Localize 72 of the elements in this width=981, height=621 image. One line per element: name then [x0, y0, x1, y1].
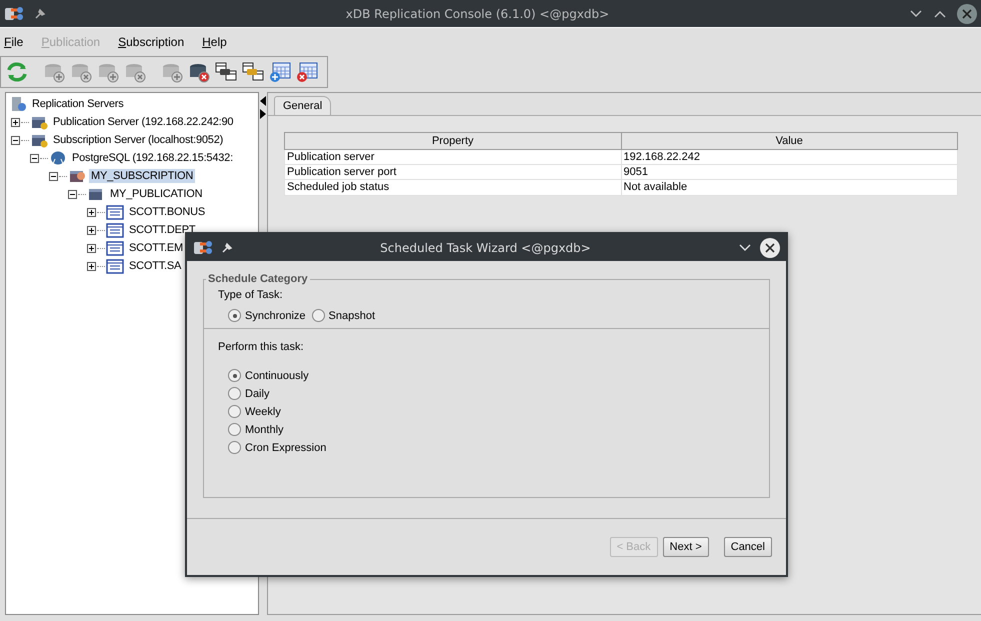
tree-item[interactable]: SCOTT.DEPT [127, 223, 198, 237]
tab[interactable]: General [274, 96, 332, 115]
tree-item[interactable]: MY_SUBSCRIPTION [89, 169, 196, 183]
database-delete-icon[interactable] [123, 61, 147, 83]
tree-item[interactable]: SCOTT.EM [127, 241, 186, 255]
calendar-remove-icon[interactable] [295, 61, 319, 83]
tree-item[interactable]: SCOTT.SA [127, 259, 184, 273]
database-icon [30, 132, 48, 148]
table-cell: Publication server [284, 150, 621, 164]
radio-button[interactable]: Daily [228, 387, 270, 400]
dialog-button[interactable]: Cancel [724, 537, 772, 557]
close-icon[interactable] [760, 238, 780, 258]
column-header[interactable]: Property [284, 132, 621, 150]
database-icon [30, 114, 48, 130]
tree-item[interactable]: Replication Servers [30, 97, 126, 111]
radio-button[interactable]: Cron Expression [228, 441, 326, 454]
dialog-button[interactable]: Next > [662, 537, 709, 557]
table-icon [106, 222, 124, 238]
menu-item[interactable]: Help [202, 35, 227, 49]
calendar-add-icon[interactable] [268, 61, 292, 83]
table-icon [106, 204, 124, 220]
grid-link-icon[interactable] [241, 61, 265, 83]
radio-button[interactable]: Synchronize [228, 309, 306, 322]
tree-item[interactable]: PostgreSQL (192.168.22.15:5432: [70, 151, 235, 165]
expand-icon[interactable] [87, 262, 96, 270]
collapse-icon[interactable] [30, 154, 39, 162]
close-icon[interactable] [957, 4, 977, 24]
collapse-icon[interactable] [11, 136, 20, 144]
minimize-icon[interactable] [909, 8, 923, 18]
server-icon [9, 96, 27, 112]
radio-button[interactable]: Continuously [228, 369, 309, 382]
pin-icon[interactable] [34, 8, 46, 20]
field-label: Type of Task: [217, 288, 284, 301]
database-icon [87, 186, 105, 202]
collapse-icon[interactable] [49, 172, 58, 180]
radio-button[interactable]: Monthly [228, 423, 284, 436]
table-cell: Publication server port [284, 164, 621, 180]
radio-button[interactable]: Weekly [228, 405, 281, 418]
dialog-title: Scheduled Task Wizard <@pgxdb> [379, 240, 592, 254]
expand-icon[interactable] [87, 244, 96, 252]
menu-item[interactable]: Subscription [118, 35, 184, 49]
expand-icon[interactable] [11, 118, 20, 126]
table-cell: 9051 [621, 164, 958, 180]
expand-icon[interactable] [87, 208, 96, 216]
column-header[interactable]: Value [621, 132, 958, 150]
database-add-icon[interactable] [160, 61, 184, 83]
tree-item[interactable]: Subscription Server (localhost:9052) [51, 133, 226, 147]
table-icon [106, 258, 124, 274]
app-icon [4, 4, 24, 22]
radio-button[interactable]: Snapshot [312, 309, 376, 322]
field-label: Perform this task: [217, 340, 305, 353]
tree-item[interactable]: Publication Server (192.168.22.242:90 [51, 115, 236, 129]
table-cell: Not available [621, 180, 958, 196]
elephant-icon [49, 150, 67, 166]
group-title: Schedule Category [207, 273, 309, 285]
collapse-icon[interactable] [68, 190, 77, 198]
table-cell: 192.168.22.242 [621, 150, 958, 164]
database-remove-icon[interactable] [187, 61, 211, 83]
maximize-icon[interactable] [933, 8, 947, 18]
tree-item[interactable]: MY_PUBLICATION [108, 187, 204, 201]
app-icon [193, 238, 213, 256]
menu-item[interactable]: File [4, 35, 24, 49]
table-icon [106, 240, 124, 256]
database-icon [68, 168, 86, 184]
tree-item[interactable]: SCOTT.BONUS [127, 205, 208, 219]
database-add-icon[interactable] [42, 61, 66, 83]
window-title: xDB Replication Console (6.1.0) <@pgxdb> [344, 6, 610, 20]
snapshot-icon[interactable] [214, 61, 238, 83]
expand-icon[interactable] [87, 226, 96, 234]
refresh-icon[interactable] [5, 61, 29, 83]
table-cell: Scheduled job status [284, 180, 621, 196]
minimize-icon[interactable] [738, 242, 752, 252]
